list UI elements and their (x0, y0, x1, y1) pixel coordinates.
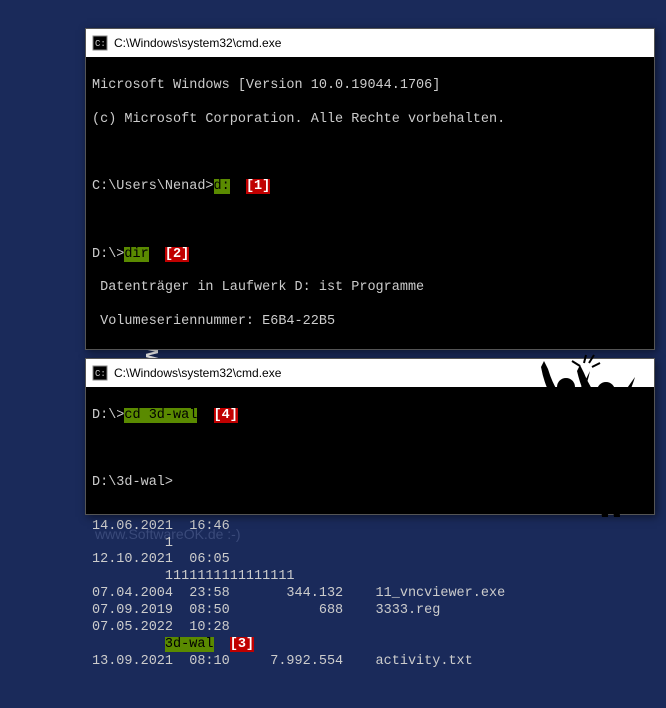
prompt1-cmd: d: (214, 179, 230, 194)
table-row: 07.04.2004 23:58 344.132 11_vncviewer.ex… (92, 586, 648, 603)
title-text-top: C:\Windows\system32\cmd.exe (114, 36, 281, 50)
prompt-line-1: C:\Users\Nenad>d: [1] (92, 179, 648, 196)
prompt3-path: D:\> (92, 408, 124, 423)
cmd-window-top: C: C:\Windows\system32\cmd.exe Microsoft… (85, 28, 655, 350)
svg-text:C:: C: (95, 369, 106, 379)
cmd-icon: C: (92, 35, 108, 51)
title-text-bottom: C:\Windows\system32\cmd.exe (114, 366, 281, 380)
svg-text:C:: C: (95, 39, 106, 49)
table-row: 07.09.2019 08:50 688 3333.reg (92, 603, 648, 620)
prompt4-path: D:\3d-wal> (92, 475, 173, 490)
serial-line: Volumeseriennummer: E6B4-22B5 (92, 314, 648, 331)
badge-4: [4] (214, 408, 238, 423)
prompt1-path: C:\Users\Nenad> (92, 179, 214, 194)
table-row: 07.05.2022 10:28 3d-wal [3] (92, 620, 648, 654)
prompt3-cmd: cd 3d-wal (124, 408, 197, 423)
badge-1: [1] (246, 179, 270, 194)
table-row: 13.09.2021 08:10 7.992.554 activity.txt (92, 654, 648, 671)
copyright-line: (c) Microsoft Corporation. Alle Rechte v… (92, 112, 648, 129)
cmd-icon: C: (92, 365, 108, 381)
prompt2-cmd: dir (124, 247, 148, 262)
titlebar-top[interactable]: C: C:\Windows\system32\cmd.exe (86, 29, 654, 57)
badge-2: [2] (165, 247, 189, 262)
volume-line: Datenträger in Laufwerk D: ist Programme (92, 280, 648, 297)
prompt2-path: D:\> (92, 247, 124, 262)
table-row: 12.10.2021 06:05 1111111111111111 (92, 552, 648, 586)
prompt-line-2: D:\>dir [2] (92, 247, 648, 264)
silhouette-figures (536, 349, 641, 519)
version-line: Microsoft Windows [Version 10.0.19044.17… (92, 78, 648, 95)
